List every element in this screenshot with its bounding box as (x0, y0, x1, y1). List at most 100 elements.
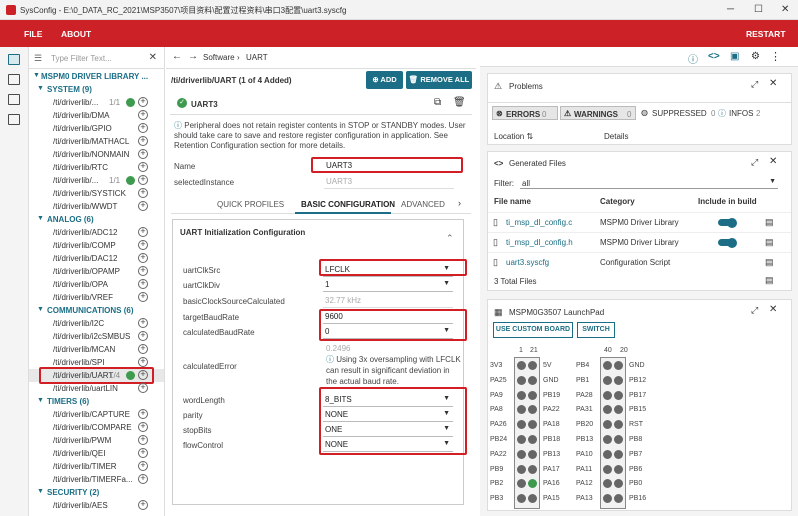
pin[interactable] (603, 449, 612, 459)
back-icon[interactable]: ← (172, 51, 182, 62)
add-instance-icon[interactable]: + (138, 188, 148, 198)
tree-item[interactable]: /ti/driverlib/... 1/1 + (29, 96, 164, 109)
pin[interactable] (603, 375, 612, 385)
tree-item[interactable]: /ti/driverlib/WWDT + (29, 200, 164, 213)
tree-group[interactable]: ▼ SYSTEM (9) (29, 83, 164, 96)
file-row[interactable]: ▯ uart3.syscfg Configuration Script ▤ (488, 252, 791, 270)
download-all-icon[interactable]: ▤ (765, 275, 774, 286)
tree-item[interactable]: /ti/driverlib/... 1/1 + (29, 174, 164, 187)
tab-scroll-right-icon[interactable]: › (458, 198, 461, 208)
file-row[interactable]: ▯ ti_msp_dl_config.c MSPM0 Driver Library ▤ (488, 212, 791, 230)
add-instance-icon[interactable]: + (138, 331, 148, 341)
tree-group[interactable]: ▼ SECURITY (2) (29, 486, 164, 499)
tree-item[interactable]: /ti/driverlib/i2cSMBUS + (29, 330, 164, 343)
tree-item[interactable]: /ti/driverlib/TIMER + (29, 460, 164, 473)
tree-item[interactable]: /ti/driverlib/uartLIN + (29, 382, 164, 395)
pin[interactable] (528, 375, 537, 385)
pin[interactable] (528, 449, 537, 459)
tree-item[interactable]: /ti/driverlib/OPAMP + (29, 265, 164, 278)
clkdiv-select[interactable]: 1 ▼ (323, 280, 453, 292)
minimize-button[interactable]: ─ (727, 4, 734, 15)
tree-item[interactable]: /ti/driverlib/PWM + (29, 434, 164, 447)
add-instance-icon[interactable]: + (138, 201, 148, 211)
restart-button[interactable]: RESTART (746, 29, 786, 39)
pin[interactable] (517, 464, 526, 474)
device-view-icon[interactable] (8, 74, 20, 85)
add-instance-icon[interactable]: + (138, 97, 148, 107)
pin[interactable] (603, 390, 612, 400)
expand-icon[interactable]: ⤢ (751, 157, 758, 168)
close-panel-icon[interactable]: ✕ (769, 156, 777, 167)
details-column-header[interactable]: Details (604, 132, 628, 141)
code-view-icon[interactable]: <> (708, 51, 720, 62)
pin-table-icon[interactable] (8, 114, 20, 125)
add-instance-icon[interactable]: + (138, 461, 148, 471)
tree-item[interactable]: /ti/driverlib/SYSTICK + (29, 187, 164, 200)
tree-item[interactable]: /ti/driverlib/OPA + (29, 278, 164, 291)
tree-group[interactable]: ▼ ANALOG (6) (29, 213, 164, 226)
file-menu[interactable]: FILE (24, 29, 42, 39)
pin[interactable] (614, 390, 623, 400)
tree-item[interactable]: /ti/driverlib/DAC12 + (29, 252, 164, 265)
use-custom-board-button[interactable]: USE CUSTOM BOARD (493, 322, 573, 338)
add-instance-icon[interactable]: + (138, 279, 148, 289)
tree-root[interactable]: ▼ MSPM0 DRIVER LIBRARY ... (29, 70, 164, 83)
expand-icon[interactable]: ⤢ (751, 79, 758, 90)
add-instance-icon[interactable]: + (138, 344, 148, 354)
clear-filter-icon[interactable]: ✕ (149, 52, 157, 63)
add-instance-icon[interactable]: + (138, 240, 148, 250)
pin[interactable] (528, 361, 537, 370)
add-instance-icon[interactable]: + (138, 253, 148, 263)
tab-basic-configuration[interactable]: BASIC CONFIGURATION (301, 200, 395, 209)
close-window-button[interactable]: ✕ (781, 4, 789, 15)
pin[interactable] (614, 464, 623, 474)
pin[interactable] (517, 375, 526, 385)
add-instance-icon[interactable]: + (138, 123, 148, 133)
add-instance-icon[interactable]: + (138, 318, 148, 328)
collapse-icon[interactable]: ⌃ (446, 233, 454, 244)
remove-all-button[interactable]: 🗑 REMOVE ALL (406, 71, 472, 89)
pin[interactable] (603, 361, 612, 370)
add-instance-icon[interactable]: + (138, 474, 148, 484)
tree-item[interactable]: /ti/driverlib/DMA + (29, 109, 164, 122)
infos-filter[interactable]: ⓘ INFOS 2 (716, 106, 776, 120)
pin[interactable] (603, 464, 612, 474)
copy-icon[interactable]: ⧉ (434, 97, 441, 108)
tree-group[interactable]: ▼ TIMERS (6) (29, 395, 164, 408)
location-column-header[interactable]: Location ⇅ (494, 132, 533, 141)
close-panel-icon[interactable]: ✕ (769, 78, 777, 89)
include-build-toggle[interactable] (718, 217, 737, 228)
errors-filter[interactable]: ⊗ ERRORS 0 (492, 106, 558, 120)
pin[interactable] (528, 435, 537, 444)
pin[interactable] (528, 464, 537, 474)
more-menu-icon[interactable]: ⋮ (770, 50, 781, 63)
files-filter-select[interactable]: all ▼ (520, 177, 778, 189)
close-panel-icon[interactable]: ✕ (769, 304, 777, 315)
add-instance-icon[interactable]: + (138, 110, 148, 120)
file-name-link[interactable]: ti_msp_dl_config.h (506, 238, 573, 247)
tree-item[interactable]: /ti/driverlib/MATHACL + (29, 135, 164, 148)
pin[interactable] (517, 435, 526, 444)
tree-group[interactable]: ▼ COMMUNICATIONS (6) (29, 304, 164, 317)
add-instance-icon[interactable]: + (138, 383, 148, 393)
chip-icon[interactable]: ⚙ (751, 51, 760, 62)
delete-icon[interactable]: 🗑 (453, 97, 466, 108)
add-instance-icon[interactable]: + (138, 136, 148, 146)
tree-item[interactable]: /ti/driverlib/VREF + (29, 291, 164, 304)
switch-button[interactable]: SWITCH (577, 322, 615, 338)
board-view-icon[interactable] (8, 94, 20, 105)
add-instance-icon[interactable]: + (138, 435, 148, 445)
pin[interactable] (614, 375, 623, 385)
expand-icon[interactable]: ⤢ (751, 305, 758, 316)
add-instance-icon[interactable]: + (138, 175, 148, 185)
about-menu[interactable]: ABOUT (61, 29, 91, 39)
tree-item[interactable]: /ti/driverlib/MCAN + (29, 343, 164, 356)
add-instance-icon[interactable]: + (138, 500, 148, 510)
add-instance-icon[interactable]: + (138, 357, 148, 367)
include-build-toggle[interactable] (718, 237, 737, 248)
pin[interactable] (603, 435, 612, 444)
tree-item[interactable]: /ti/driverlib/AES + (29, 499, 164, 512)
pin[interactable] (614, 435, 623, 444)
tab-quick-profiles[interactable]: QUICK PROFILES (217, 200, 284, 209)
pin[interactable] (614, 449, 623, 459)
